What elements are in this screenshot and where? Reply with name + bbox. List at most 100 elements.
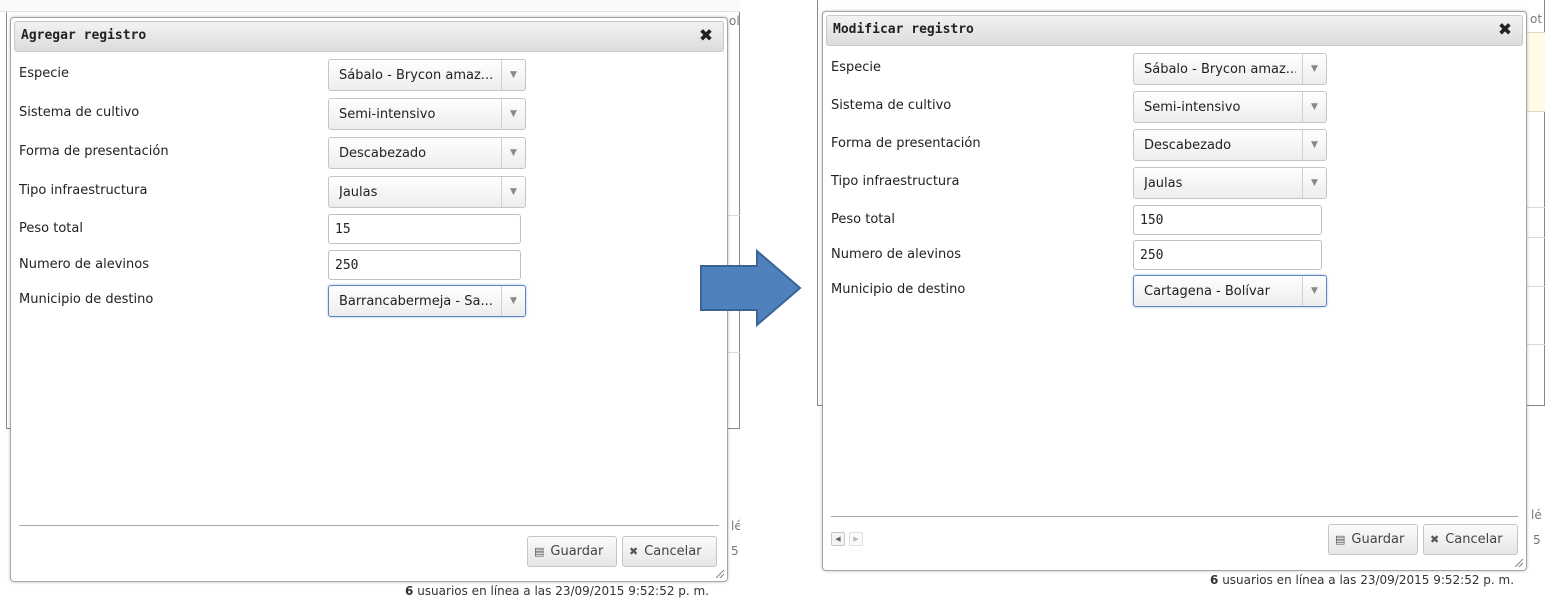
municipio-destino-select[interactable]: Cartagena - Bolívar ▼ xyxy=(1133,275,1327,307)
status-text: usuarios en línea a las 23/09/2015 9:52:… xyxy=(417,584,710,598)
form-row-peso: Peso total 150 xyxy=(823,202,1526,238)
form-row-municipio: Municipio de destino Cartagena - Bolívar… xyxy=(823,272,1526,308)
background-text: lé xyxy=(1531,508,1542,522)
right-screenshot: ot lé 5 Modificar registro ✖ Especie Sáb… xyxy=(808,0,1545,601)
left-screenshot: ol lé 5 Agregar registro ✖ Especie Sábal… xyxy=(0,0,740,601)
background-divider xyxy=(1527,237,1545,238)
form-row-alevinos: Numero de alevinos 250 xyxy=(11,247,727,283)
field-label: Tipo infraestructura xyxy=(831,174,960,189)
field-label: Forma de presentación xyxy=(831,136,981,151)
floppy-disk-icon: ▤ xyxy=(1335,533,1346,546)
form-row-alevinos: Numero de alevinos 250 xyxy=(823,237,1526,273)
forma-presentacion-select[interactable]: Descabezado ▼ xyxy=(1133,129,1327,161)
save-label: Guardar xyxy=(550,544,604,559)
field-label: Sistema de cultivo xyxy=(831,98,952,113)
select-value: Jaulas xyxy=(339,185,378,200)
edit-record-dialog: Modificar registro ✖ Especie Sábalo - Br… xyxy=(822,11,1527,571)
chevron-down-icon[interactable]: ▼ xyxy=(1302,54,1326,84)
chevron-down-icon[interactable]: ▼ xyxy=(501,60,525,90)
cancel-label: Cancelar xyxy=(644,544,702,559)
resize-grip-icon[interactable] xyxy=(1515,559,1523,567)
field-label: Tipo infraestructura xyxy=(19,183,148,198)
scroll-left-icon[interactable]: ◀ xyxy=(831,532,845,546)
chevron-down-icon[interactable]: ▼ xyxy=(501,99,525,129)
form-row-peso: Peso total 15 xyxy=(11,211,727,247)
scroll-right-icon[interactable]: ▶ xyxy=(849,532,863,546)
select-value: Jaulas xyxy=(1144,176,1183,191)
cancel-button[interactable]: ✖ Cancelar xyxy=(622,536,717,567)
form-row-forma: Forma de presentación Descabezado ▼ xyxy=(11,134,727,170)
users-count: 6 xyxy=(1210,573,1219,587)
close-icon[interactable]: ✖ xyxy=(697,27,715,45)
field-label: Numero de alevinos xyxy=(19,257,149,272)
background-header xyxy=(0,0,740,12)
form-row-sistema: Sistema de cultivo Semi-intensivo ▼ xyxy=(11,95,727,131)
dialog-title: Modificar registro xyxy=(833,22,974,37)
chevron-down-icon[interactable]: ▼ xyxy=(1302,130,1326,160)
chevron-down-icon[interactable]: ▼ xyxy=(501,138,525,168)
chevron-down-icon[interactable]: ▼ xyxy=(1302,276,1326,306)
field-label: Forma de presentación xyxy=(19,144,169,159)
cancel-label: Cancelar xyxy=(1445,532,1503,547)
save-button[interactable]: ▤ Guardar xyxy=(1328,524,1418,555)
field-label: Especie xyxy=(831,60,881,75)
numero-alevinos-input[interactable]: 250 xyxy=(1133,240,1322,270)
especie-select[interactable]: Sábalo - Brycon amaz... ▼ xyxy=(328,59,526,91)
select-value: Semi-intensivo xyxy=(1144,100,1241,115)
chevron-down-icon[interactable]: ▼ xyxy=(501,177,525,207)
background-divider xyxy=(728,215,740,216)
dialog-title: Agregar registro xyxy=(21,28,147,43)
add-record-dialog: Agregar registro ✖ Especie Sábalo - Bryc… xyxy=(10,17,728,582)
chevron-down-icon[interactable]: ▼ xyxy=(501,286,525,316)
form-row-tipo: Tipo infraestructura Jaulas ▼ xyxy=(823,164,1526,200)
form-row-municipio: Municipio de destino Barrancabermeja - S… xyxy=(11,282,727,318)
select-value: Cartagena - Bolívar xyxy=(1144,284,1270,299)
forma-presentacion-select[interactable]: Descabezado ▼ xyxy=(328,137,526,169)
tipo-infraestructura-select[interactable]: Jaulas ▼ xyxy=(328,176,526,208)
background-divider xyxy=(1527,286,1545,287)
select-value: Semi-intensivo xyxy=(339,107,436,122)
peso-total-input[interactable]: 15 xyxy=(328,214,521,244)
background-text: 5 xyxy=(1533,533,1541,547)
users-count: 6 xyxy=(405,584,414,598)
status-text: usuarios en línea a las 23/09/2015 9:52:… xyxy=(1222,573,1515,587)
footer-divider xyxy=(19,525,719,526)
sistema-cultivo-select[interactable]: Semi-intensivo ▼ xyxy=(328,98,526,130)
cancel-button[interactable]: ✖ Cancelar xyxy=(1423,524,1518,555)
background-text: ot xyxy=(1530,12,1543,26)
select-value: Sábalo - Brycon amaz... xyxy=(339,68,494,83)
tipo-infraestructura-select[interactable]: Jaulas ▼ xyxy=(1133,167,1327,199)
dialog-titlebar[interactable]: Modificar registro ✖ xyxy=(826,15,1523,46)
form-row-tipo: Tipo infraestructura Jaulas ▼ xyxy=(11,173,727,209)
status-bar: 6 usuarios en línea a las 23/09/2015 9:5… xyxy=(405,584,709,598)
sistema-cultivo-select[interactable]: Semi-intensivo ▼ xyxy=(1133,91,1327,123)
save-button[interactable]: ▤ Guardar xyxy=(527,536,617,567)
close-icon[interactable]: ✖ xyxy=(1496,21,1514,39)
background-divider xyxy=(1527,207,1545,208)
field-label: Especie xyxy=(19,66,69,81)
numero-alevinos-input[interactable]: 250 xyxy=(328,250,521,280)
field-label: Peso total xyxy=(831,212,895,227)
form-row-especie: Especie Sábalo - Brycon amaz... ▼ xyxy=(11,56,727,92)
field-label: Municipio de destino xyxy=(19,292,154,307)
field-label: Peso total xyxy=(19,221,83,236)
field-label: Municipio de destino xyxy=(831,282,966,297)
field-label: Sistema de cultivo xyxy=(19,105,140,120)
background-text: ol xyxy=(729,14,740,28)
close-icon: ✖ xyxy=(1430,533,1440,546)
resize-grip-icon[interactable] xyxy=(716,570,724,578)
especie-select[interactable]: Sábalo - Brycon amaz... ▼ xyxy=(1133,53,1327,85)
select-value: Descabezado xyxy=(1144,138,1232,153)
chevron-down-icon[interactable]: ▼ xyxy=(1302,168,1326,198)
status-bar: 6 usuarios en línea a las 23/09/2015 9:5… xyxy=(1210,573,1514,587)
close-icon: ✖ xyxy=(629,545,639,558)
municipio-destino-select[interactable]: Barrancabermeja - Sa... ▼ xyxy=(328,285,526,317)
select-value: Descabezado xyxy=(339,146,427,161)
select-value: Sábalo - Brycon amaz... xyxy=(1144,62,1296,77)
select-value: Barrancabermeja - Sa... xyxy=(339,294,493,309)
chevron-down-icon[interactable]: ▼ xyxy=(1302,92,1326,122)
peso-total-input[interactable]: 150 xyxy=(1133,205,1322,235)
dialog-titlebar[interactable]: Agregar registro ✖ xyxy=(14,21,724,52)
right-arrow-icon xyxy=(700,248,802,328)
floppy-disk-icon: ▤ xyxy=(534,545,545,558)
